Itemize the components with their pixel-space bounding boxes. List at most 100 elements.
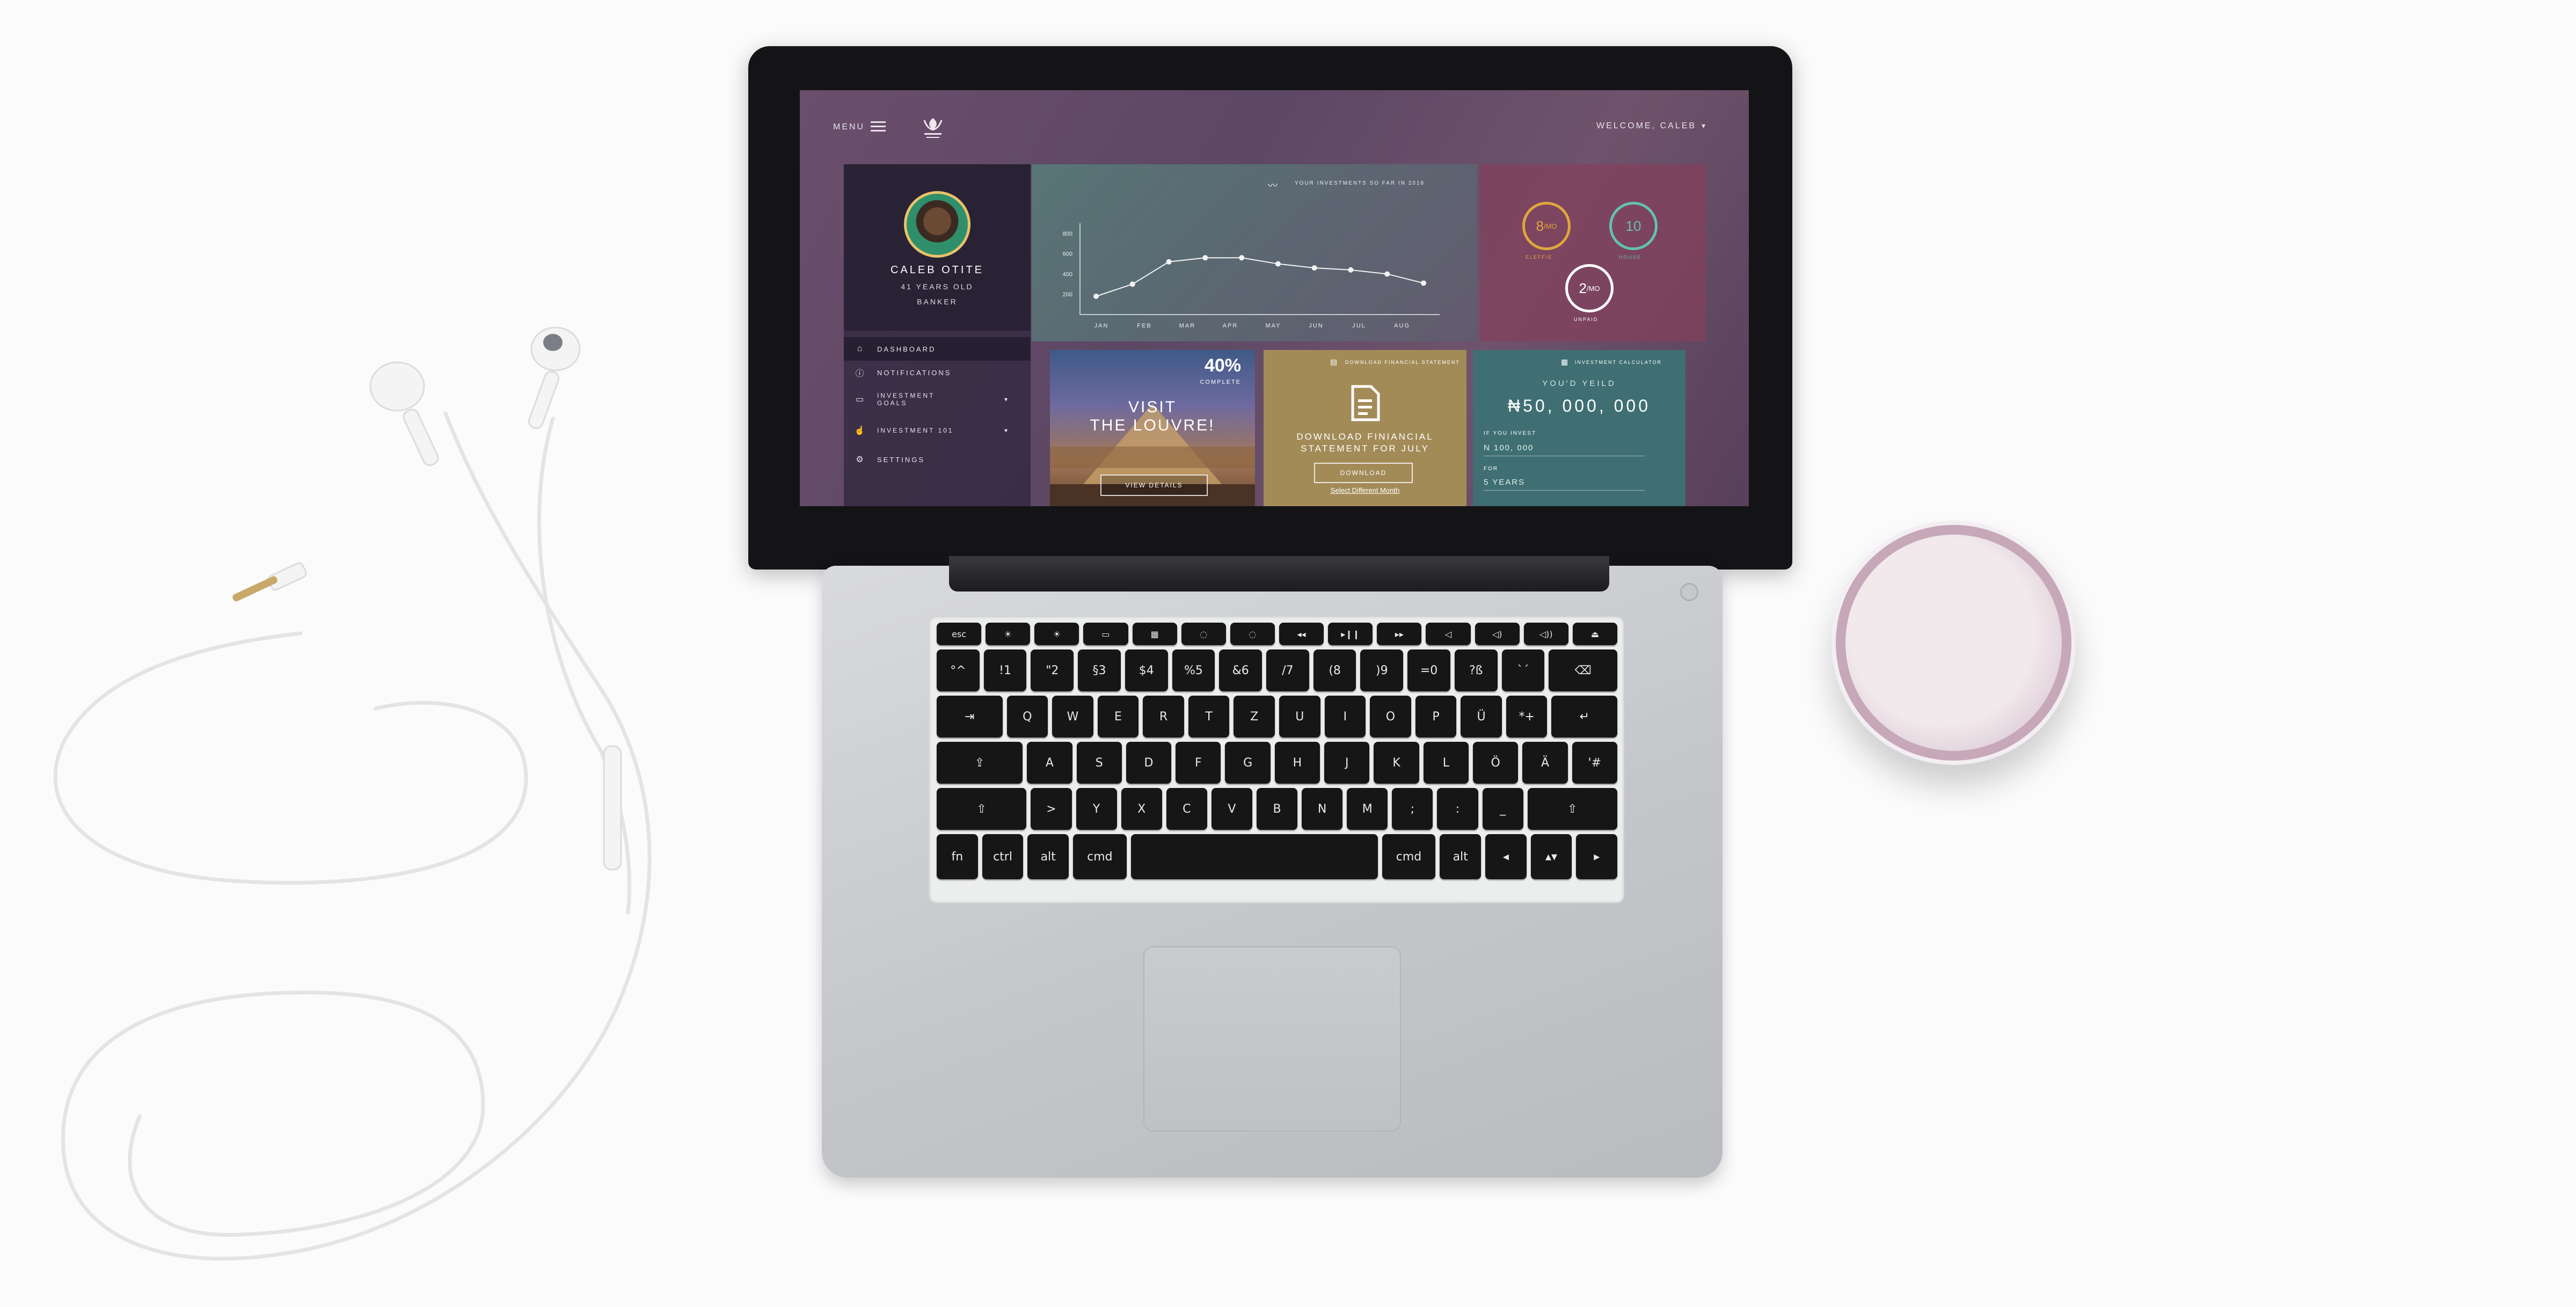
data-point[interactable] [1275,261,1281,267]
keyboard-key[interactable]: D [1126,742,1172,784]
data-point[interactable] [1166,259,1172,265]
keyboard-key[interactable]: > [1031,788,1072,830]
keyboard-key[interactable]: *+ [1506,696,1548,738]
keyboard-key[interactable]: ⏏ [1572,623,1617,645]
keyboard-key[interactable]: ctrl [982,834,1024,879]
keyboard-key[interactable]: A [1027,742,1072,784]
keyboard-key[interactable]: ▦ [1132,623,1177,645]
keyboard-key[interactable]: X [1121,788,1162,830]
keyboard-key[interactable]: J [1324,742,1370,784]
keyboard-key[interactable]: ⇧ [1527,788,1618,830]
keyboard-key[interactable]: (8 [1313,649,1356,691]
sidebar-item-investment-goals[interactable]: ▭ INVESTMENT GOALS ▾ [844,385,1031,413]
keyboard-key[interactable]: ▴▾ [1530,834,1572,879]
keyboard-key[interactable]: ▸ [1576,834,1618,879]
data-point[interactable] [1384,271,1390,277]
keyboard-key[interactable]: ◌ [1230,623,1275,645]
keyboard-key[interactable]: V [1211,788,1252,830]
space-key[interactable] [1130,834,1378,879]
view-details-button[interactable]: VIEW DETAILS [1100,474,1208,496]
sidebar-item-dashboard[interactable]: ⌂ DASHBOARD [844,337,1031,361]
sidebar-item-investment-101[interactable]: ☝ INVESTMENT 101 ▾ [844,417,1031,444]
keyboard-key[interactable]: Ü [1461,696,1502,738]
keyboard-key[interactable]: cmd [1382,834,1436,879]
hamburger-icon[interactable] [871,121,886,132]
keyboard-key[interactable]: )9 [1360,649,1404,691]
keyboard-key[interactable]: ↵ [1551,696,1617,738]
keyboard-key[interactable]: S [1076,742,1122,784]
keyboard-key[interactable]: L [1423,742,1469,784]
menu-label[interactable]: MENU [833,122,865,132]
keyboard-key[interactable]: ◂ [1485,834,1527,879]
keyboard-key[interactable]: E [1097,696,1139,738]
keyboard-key[interactable]: alt [1440,834,1482,879]
avatar[interactable] [904,191,970,258]
data-point[interactable] [1421,280,1426,286]
keyboard-key[interactable]: ⇪ [937,742,1023,784]
keyboard-key[interactable]: &6 [1219,649,1263,691]
keyboard-key[interactable]: ?ß [1454,649,1498,691]
keyboard-key[interactable]: Y [1076,788,1117,830]
keyboard-key[interactable]: W [1052,696,1093,738]
keyboard-key[interactable]: N [1302,788,1343,830]
keyboard-key[interactable]: ▸▸ [1377,623,1422,645]
goal-ring-1[interactable]: 8/MO [1522,202,1571,250]
keyboard-key[interactable]: Ö [1473,742,1519,784]
goal-ring-3[interactable]: 2/MO [1565,264,1614,312]
keyboard-key[interactable]: ; [1392,788,1433,830]
keyboard-key[interactable]: O [1370,696,1411,738]
keyboard-key[interactable]: I [1324,696,1366,738]
welcome-dropdown[interactable]: WELCOME, CALEB [1596,121,1696,131]
keyboard-key[interactable]: esc [937,623,982,645]
keyboard-key[interactable]: %5 [1172,649,1215,691]
data-point[interactable] [1093,294,1099,299]
keyboard-key[interactable]: M [1347,788,1388,830]
keyboard-key[interactable]: ◁ [1426,623,1471,645]
invest-amount-field[interactable]: N 100, 000 [1484,443,1645,456]
keyboard-key[interactable]: Ä [1522,742,1568,784]
keyboard-key[interactable]: : [1437,788,1478,830]
keyboard-key[interactable]: _ [1482,788,1523,830]
keyboard-key[interactable]: R [1143,696,1184,738]
data-point[interactable] [1129,281,1135,287]
keyboard-key[interactable]: ◌ [1181,623,1226,645]
power-button[interactable] [1680,583,1698,601]
keyboard-key[interactable]: H [1274,742,1320,784]
keyboard-key[interactable]: G [1225,742,1271,784]
keyboard-key[interactable]: cmd [1073,834,1127,879]
sidebar-item-settings[interactable]: ⚙ SETTINGS [844,448,1031,471]
chevron-down-icon[interactable]: ▾ [1702,121,1705,130]
keyboard-key[interactable]: ☀ [986,623,1031,645]
keyboard-key[interactable]: °^ [937,649,980,691]
data-point[interactable] [1202,255,1208,261]
keyboard-key[interactable]: C [1166,788,1207,830]
keyboard-key[interactable]: /7 [1266,649,1309,691]
data-point[interactable] [1311,265,1317,271]
keyboard-key[interactable]: ▸❙❙ [1328,623,1373,645]
keyboard-key[interactable]: ◁) [1475,623,1520,645]
keyboard-key[interactable]: =0 [1407,649,1450,691]
goal-ring-2[interactable]: 10 [1609,202,1658,250]
data-point[interactable] [1239,255,1245,261]
data-point[interactable] [1348,267,1354,273]
select-month-link[interactable]: Select Different Month [1264,486,1466,494]
trackpad[interactable] [1143,946,1401,1131]
keyboard-key[interactable]: alt [1027,834,1069,879]
duration-field[interactable]: 5 YEARS [1484,478,1645,491]
keyboard-key[interactable]: ◂◂ [1279,623,1324,645]
keyboard-key[interactable]: P [1415,696,1457,738]
sidebar-item-notifications[interactable]: ⓘ NOTIFICATIONS [844,361,1031,384]
keyboard-key[interactable]: '# [1572,742,1617,784]
keyboard-key[interactable]: ▭ [1083,623,1128,645]
keyboard-key[interactable]: ⌫ [1549,649,1617,691]
download-button[interactable]: DOWNLOAD [1314,463,1413,483]
keyboard-key[interactable]: "2 [1031,649,1074,691]
keyboard-key[interactable]: F [1176,742,1221,784]
keyboard-key[interactable]: Z [1234,696,1275,738]
keyboard-key[interactable]: ⇧ [937,788,1027,830]
keyboard-key[interactable]: K [1374,742,1419,784]
keyboard-key[interactable]: `´ [1501,649,1545,691]
keyboard-key[interactable]: !1 [983,649,1027,691]
keyboard-key[interactable]: ◁)) [1523,623,1568,645]
keyboard-key[interactable]: Q [1006,696,1048,738]
